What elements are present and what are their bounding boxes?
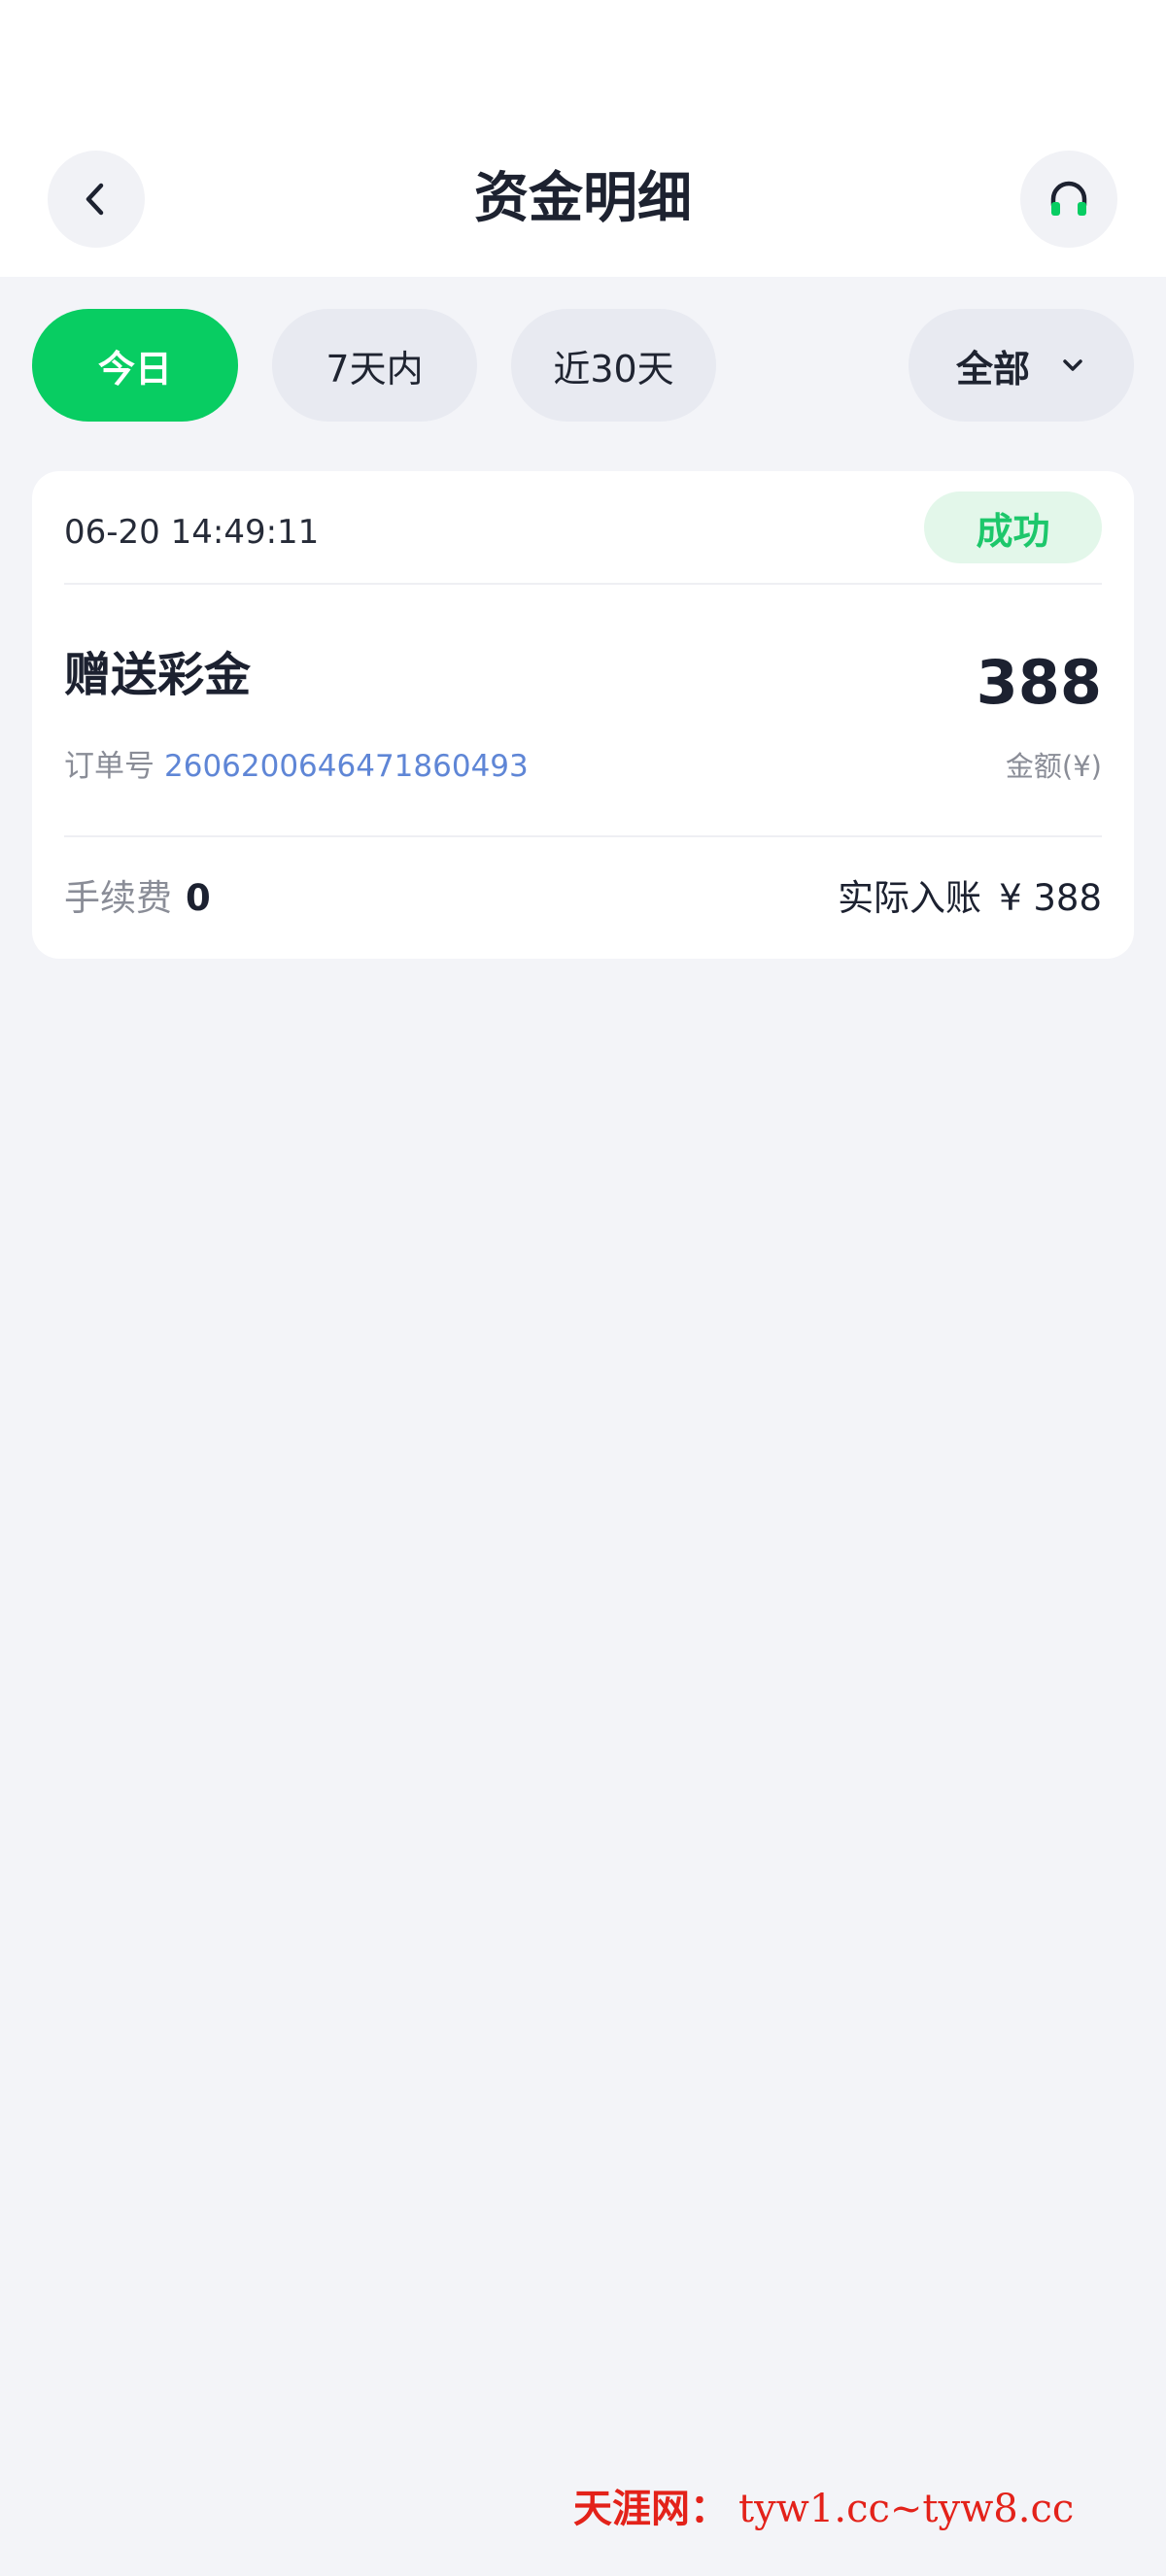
back-icon (86, 183, 104, 216)
fee-value: 0 (186, 877, 211, 919)
back-button[interactable] (48, 151, 145, 248)
filter-30-days[interactable]: 近30天 (511, 309, 716, 422)
watermark: 天涯网： tyw1.cc~tyw8.cc (573, 2485, 1074, 2533)
headset-icon (1050, 181, 1087, 216)
status-badge: 成功 (924, 491, 1102, 563)
chevron-down-icon (1059, 352, 1086, 379)
order-number[interactable]: 2606200646471860493 (164, 749, 529, 784)
divider (64, 583, 1102, 585)
watermark-name: 天涯网： (573, 2486, 729, 2531)
amount-label: 金额(¥) (1005, 750, 1102, 783)
filter-7-days[interactable]: 7天内 (272, 309, 477, 422)
fee-label: 手续费 (64, 877, 172, 919)
category-dropdown[interactable]: 全部 (909, 309, 1134, 422)
divider (64, 835, 1102, 837)
transaction-type: 赠送彩金 (64, 648, 252, 702)
transaction-amount: 388 (976, 647, 1102, 718)
watermark-url: tyw1.cc~tyw8.cc (738, 2487, 1075, 2531)
customer-service-button[interactable] (1020, 151, 1117, 248)
actual-credit-label: 实际入账 (838, 877, 982, 919)
transaction-time: 06-20 14:49:11 (64, 513, 320, 552)
order-number-label: 订单号 (64, 749, 154, 784)
header-bar: 资金明细 (0, 0, 1166, 277)
filter-bar: 今日 7天内 近30天 全部 (0, 309, 1166, 422)
order-number-row: 订单号 2606200646471860493 (64, 745, 529, 788)
fee-row: 手续费 0 (64, 871, 211, 926)
transaction-card[interactable]: 06-20 14:49:11 成功 赠送彩金 388 订单号 2606200646… (32, 471, 1134, 959)
page-title: 资金明细 (474, 167, 692, 230)
actual-credit-row: 实际入账 ¥ 388 (838, 871, 1102, 926)
actual-credit-value: ¥ 388 (999, 877, 1102, 919)
filter-today[interactable]: 今日 (32, 309, 238, 422)
category-dropdown-label: 全部 (955, 347, 1030, 390)
